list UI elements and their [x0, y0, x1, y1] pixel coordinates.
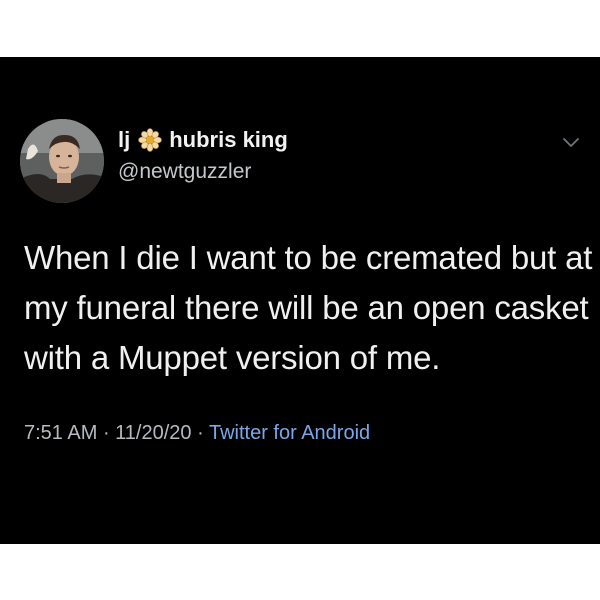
meta-separator: · [97, 422, 116, 444]
display-name-prefix: lj [118, 127, 131, 152]
tweet-card: lj hubris king @newtguzzler When I die I… [0, 57, 600, 544]
avatar-photo [20, 119, 104, 203]
meta-separator: · [191, 422, 209, 444]
display-name-suffix: hubris king [169, 127, 288, 152]
flower-icon [138, 128, 163, 152]
tweet-text: When I die I want to be cremated but at … [24, 239, 593, 376]
tweet-source-link[interactable]: Twitter for Android [209, 422, 370, 444]
tweet-meta: 7:51 AM · 11/20/20 · Twitter for Android [24, 422, 370, 445]
display-name[interactable]: lj hubris king [118, 127, 288, 153]
user-handle[interactable]: @newtguzzler [118, 160, 251, 184]
chevron-down-icon[interactable] [562, 137, 580, 149]
avatar[interactable] [20, 119, 104, 203]
tweet-time[interactable]: 7:51 AM [24, 422, 97, 444]
tweet-date[interactable]: 11/20/20 [115, 422, 191, 444]
